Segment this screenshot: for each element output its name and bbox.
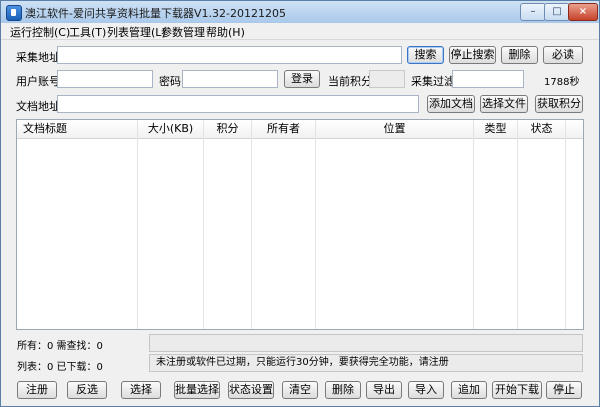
minimize-button[interactable]: – bbox=[520, 3, 546, 21]
menu-params[interactable]: 参数管理 bbox=[161, 24, 205, 40]
list-count-text: 列表：0 已下载：0 bbox=[17, 362, 103, 373]
delete-url-button[interactable]: 删除 bbox=[501, 46, 538, 64]
header-size[interactable]: 大小(KB) bbox=[138, 120, 203, 139]
batch-select-button[interactable]: 批量选择 bbox=[174, 381, 220, 399]
maximize-button[interactable]: □ bbox=[544, 3, 570, 21]
menu-bar: 运行控制(C) 工具(T) 列表管理(L) 参数管理 帮助(H) bbox=[1, 23, 599, 40]
password-label: 密码 bbox=[159, 75, 181, 88]
app-window: 澳江软件-爱问共享资料批量下载器V1.32-20121205 – □ × 运行控… bbox=[0, 0, 600, 407]
register-message: 未注册或软件已过期，只能运行30分钟，要获得完全功能，请注册 bbox=[149, 354, 583, 372]
column-owner[interactable]: 所有者 bbox=[251, 120, 315, 329]
header-filler bbox=[566, 120, 583, 139]
append-button[interactable]: 追加 bbox=[451, 381, 487, 399]
login-button[interactable]: 登录 bbox=[284, 70, 320, 88]
collect-url-input[interactable] bbox=[57, 46, 402, 64]
total-count-text: 所有：0 需查找：0 bbox=[17, 341, 103, 352]
menu-help[interactable]: 帮助(H) bbox=[206, 24, 245, 40]
menu-tools[interactable]: 工具(T) bbox=[69, 24, 106, 40]
user-account-input[interactable] bbox=[57, 70, 153, 88]
current-points-value bbox=[369, 70, 405, 88]
delete-button[interactable]: 删除 bbox=[325, 381, 361, 399]
header-location[interactable]: 位置 bbox=[316, 120, 473, 139]
select-button[interactable]: 选择 bbox=[121, 381, 161, 399]
header-points[interactable]: 积分 bbox=[204, 120, 251, 139]
password-input[interactable] bbox=[182, 70, 278, 88]
doc-url-label: 文档地址 bbox=[16, 100, 60, 113]
column-size[interactable]: 大小(KB) bbox=[137, 120, 203, 329]
menu-run-control[interactable]: 运行控制(C) bbox=[10, 24, 70, 40]
app-icon bbox=[6, 5, 22, 21]
header-status[interactable]: 状态 bbox=[518, 120, 565, 139]
stop-search-button[interactable]: 停止搜索 bbox=[449, 46, 496, 64]
stop-button[interactable]: 停止 bbox=[546, 381, 582, 399]
current-points-label: 当前积分 bbox=[328, 75, 372, 88]
collect-filter-input[interactable] bbox=[452, 70, 524, 88]
register-button[interactable]: 注册 bbox=[17, 381, 57, 399]
column-status[interactable]: 状态 bbox=[517, 120, 565, 329]
progress-box bbox=[149, 334, 583, 352]
get-points-button[interactable]: 获取积分 bbox=[535, 95, 583, 113]
must-read-button[interactable]: 必读 bbox=[543, 46, 583, 64]
column-filler bbox=[565, 120, 583, 329]
column-type[interactable]: 类型 bbox=[473, 120, 517, 329]
header-type[interactable]: 类型 bbox=[474, 120, 517, 139]
export-button[interactable]: 导出 bbox=[366, 381, 402, 399]
header-owner[interactable]: 所有者 bbox=[252, 120, 315, 139]
header-doc-title[interactable]: 文档标题 bbox=[17, 120, 137, 139]
menu-list-manage[interactable]: 列表管理(L) bbox=[107, 24, 166, 40]
add-doc-button[interactable]: 添加文档 bbox=[427, 95, 475, 113]
start-download-button[interactable]: 开始下载 bbox=[492, 381, 542, 399]
doc-url-input[interactable] bbox=[57, 95, 419, 113]
column-points[interactable]: 积分 bbox=[203, 120, 251, 329]
document-list-table[interactable]: 文档标题 大小(KB) 积分 所有者 位置 类型 状态 bbox=[16, 119, 584, 330]
invert-select-button[interactable]: 反选 bbox=[67, 381, 107, 399]
clear-button[interactable]: 清空 bbox=[282, 381, 318, 399]
choose-file-button[interactable]: 选择文件 bbox=[480, 95, 528, 113]
column-doc-title[interactable]: 文档标题 bbox=[17, 120, 137, 329]
title-bar[interactable]: 澳江软件-爱问共享资料批量下载器V1.32-20121205 – □ × bbox=[1, 1, 599, 24]
column-location[interactable]: 位置 bbox=[315, 120, 473, 329]
window-title: 澳江软件-爱问共享资料批量下载器V1.32-20121205 bbox=[25, 7, 286, 20]
collect-url-label: 采集地址 bbox=[16, 51, 60, 64]
user-account-label: 用户账号 bbox=[16, 75, 60, 88]
close-button[interactable]: × bbox=[568, 3, 598, 21]
import-button[interactable]: 导入 bbox=[408, 381, 444, 399]
collect-filter-label: 采集过滤 bbox=[411, 75, 455, 88]
search-button[interactable]: 搜索 bbox=[407, 46, 444, 64]
status-settings-button[interactable]: 状态设置 bbox=[228, 381, 274, 399]
countdown-seconds: 1788秒 bbox=[544, 77, 580, 88]
